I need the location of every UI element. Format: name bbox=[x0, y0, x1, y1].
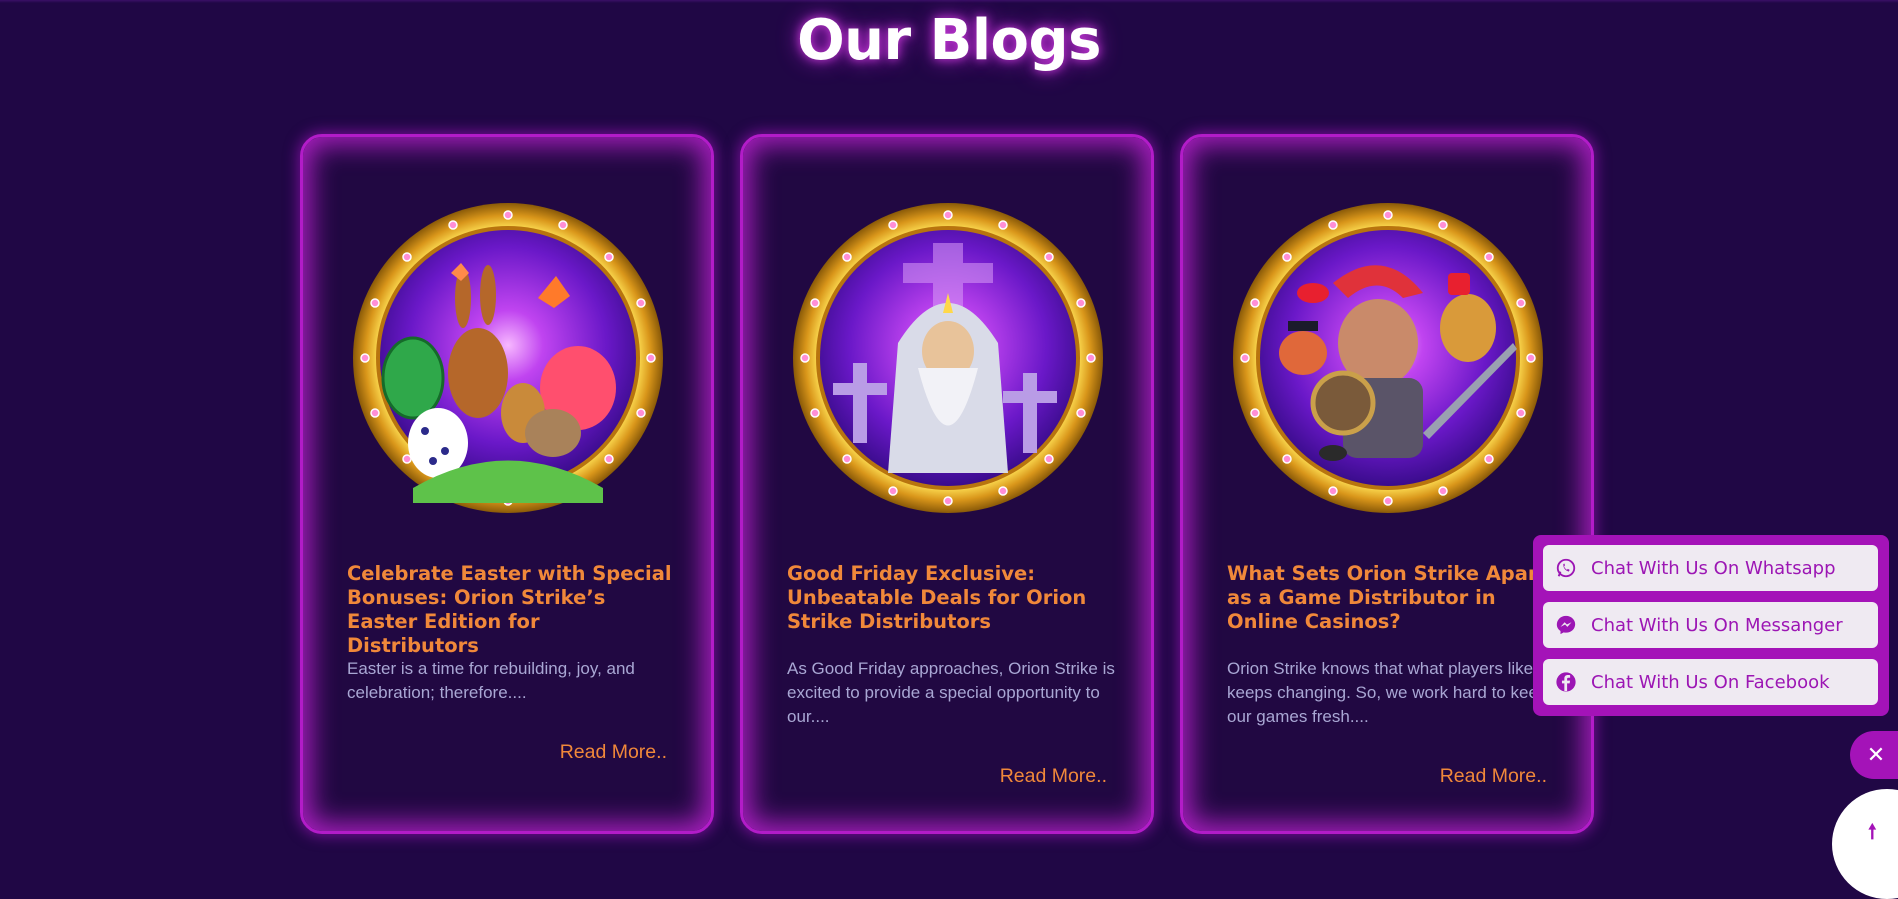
orion-strike-warrior-image[interactable] bbox=[1233, 203, 1543, 513]
blog-title[interactable]: Celebrate Easter with Special Bonuses: O… bbox=[347, 562, 677, 658]
blog-excerpt: Orion Strike knows that what players lik… bbox=[1227, 659, 1548, 726]
blog-title[interactable]: What Sets Orion Strike Apart as a Game D… bbox=[1227, 562, 1557, 634]
close-icon: ✕ bbox=[1866, 742, 1886, 767]
whatsapp-chat-button[interactable]: Chat With Us On Whatsapp bbox=[1543, 545, 1878, 591]
blog-excerpt: Easter is a time for rebuilding, joy, an… bbox=[347, 659, 635, 702]
arrow-up-icon: 🠕 bbox=[1868, 821, 1877, 843]
facebook-chat-label: Chat With Us On Facebook bbox=[1591, 671, 1830, 693]
blog-excerpt: As Good Friday approaches, Orion Strike … bbox=[787, 659, 1115, 726]
section-heading: Our Blogs bbox=[797, 8, 1101, 73]
messenger-icon bbox=[1556, 615, 1576, 635]
whatsapp-chat-label: Chat With Us On Whatsapp bbox=[1591, 557, 1836, 579]
read-more-link[interactable]: Read More.. bbox=[560, 741, 667, 764]
close-chat-button[interactable]: ✕ bbox=[1850, 731, 1898, 779]
read-more-link[interactable]: Read More.. bbox=[1000, 765, 1107, 788]
easter-bunnies-image[interactable] bbox=[353, 203, 663, 513]
messenger-chat-button[interactable]: Chat With Us On Messanger bbox=[1543, 602, 1878, 648]
read-more-link[interactable]: Read More.. bbox=[1440, 765, 1547, 788]
chat-options-panel: Chat With Us On Whatsapp Chat With Us On… bbox=[1533, 535, 1889, 716]
top-divider bbox=[0, 0, 1898, 3]
blog-card[interactable]: What Sets Orion Strike Apart as a Game D… bbox=[1180, 134, 1594, 834]
facebook-icon bbox=[1556, 672, 1576, 692]
scroll-to-top-button[interactable]: 🠕 bbox=[1832, 789, 1898, 899]
blog-card[interactable]: Good Friday Exclusive: Unbeatable Deals … bbox=[740, 134, 1154, 834]
blog-card[interactable]: Celebrate Easter with Special Bonuses: O… bbox=[300, 134, 714, 834]
blog-title[interactable]: Good Friday Exclusive: Unbeatable Deals … bbox=[787, 562, 1117, 634]
whatsapp-icon bbox=[1556, 558, 1576, 578]
facebook-chat-button[interactable]: Chat With Us On Facebook bbox=[1543, 659, 1878, 705]
messenger-chat-label: Chat With Us On Messanger bbox=[1591, 614, 1843, 636]
good-friday-image[interactable] bbox=[793, 203, 1103, 513]
